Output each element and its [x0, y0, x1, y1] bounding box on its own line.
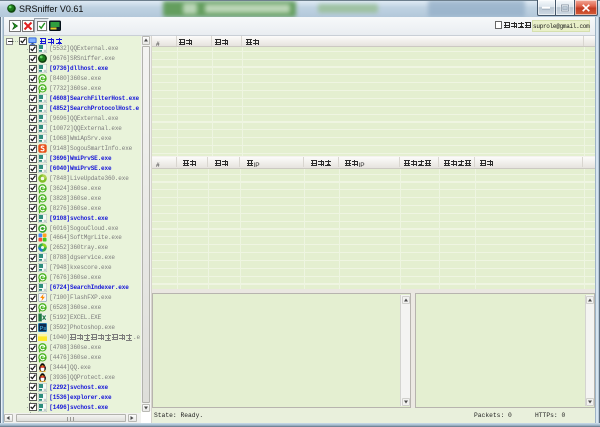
- svg-text:Ps: Ps: [40, 326, 47, 332]
